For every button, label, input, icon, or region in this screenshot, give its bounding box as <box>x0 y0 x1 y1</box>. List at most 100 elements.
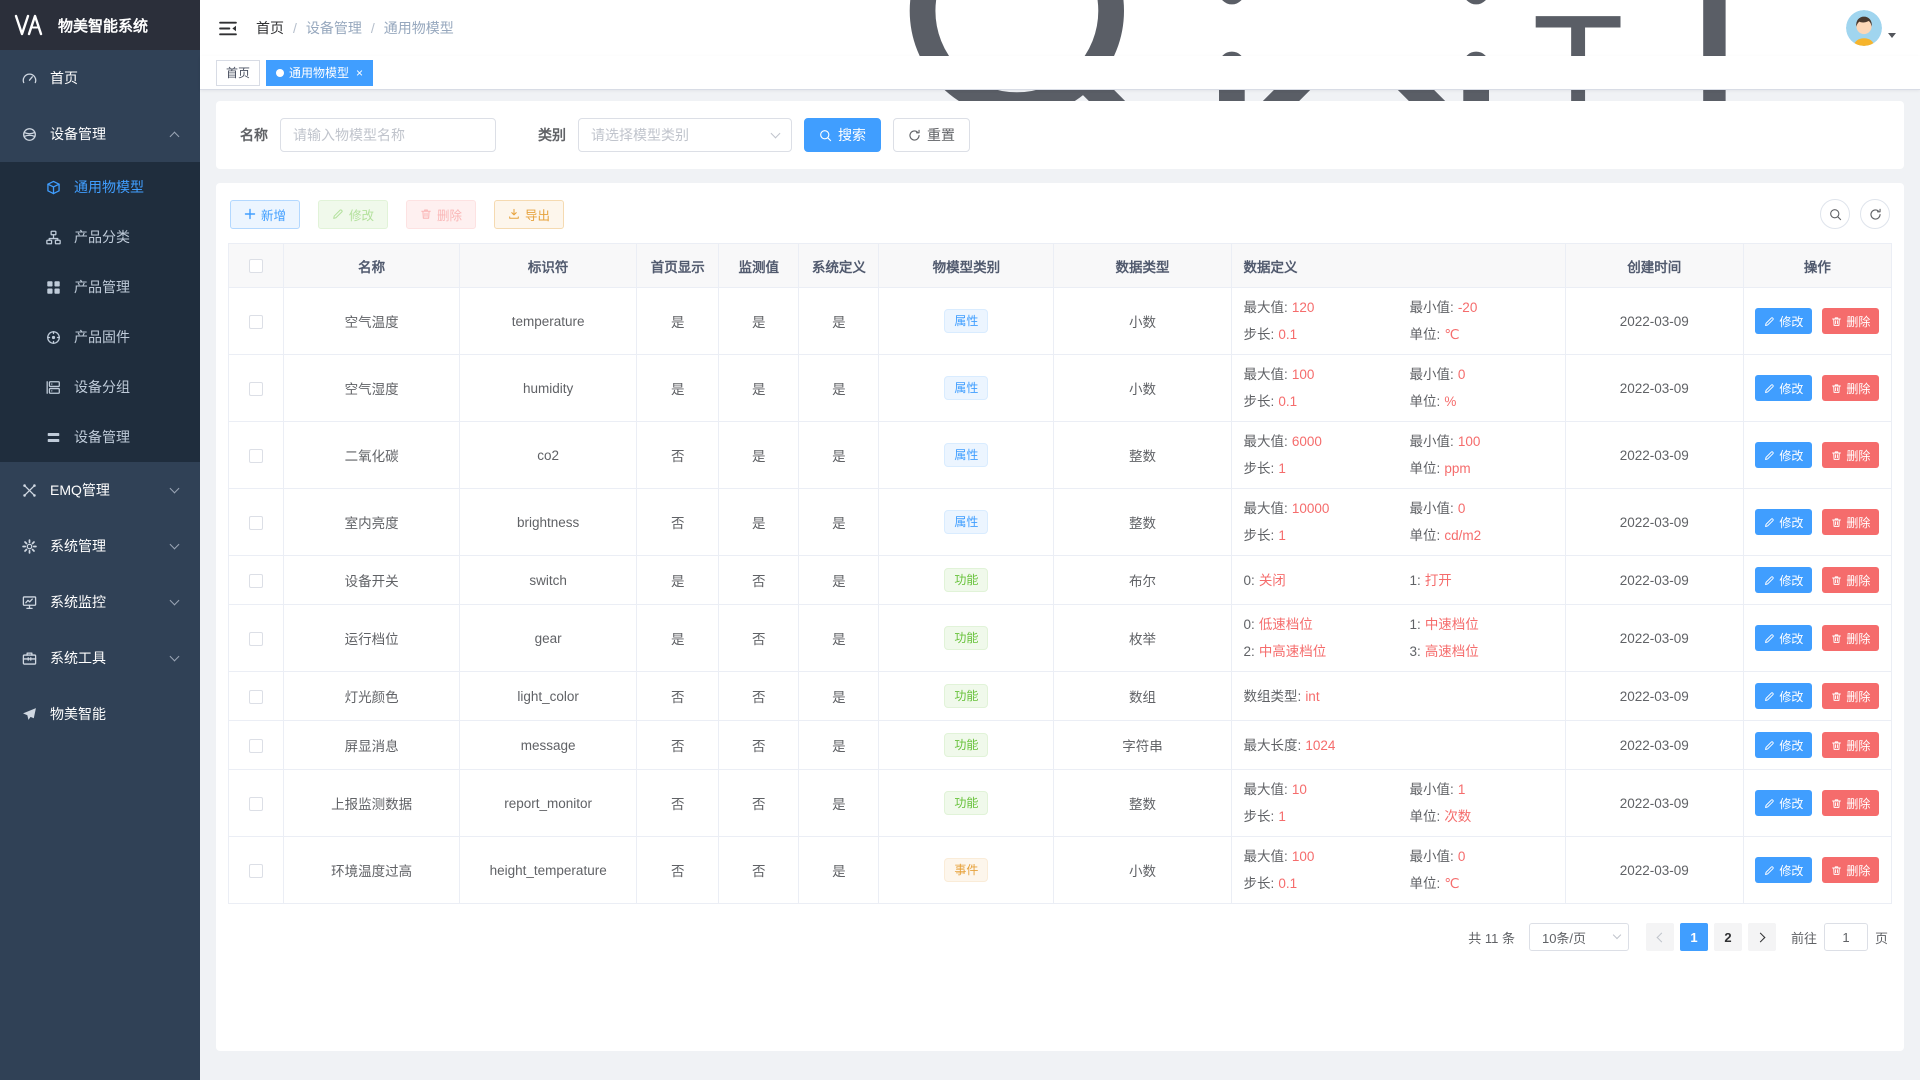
row-edit-button[interactable]: 修改 <box>1755 375 1812 401</box>
row-edit-button[interactable]: 修改 <box>1755 683 1812 709</box>
row-edit-button[interactable]: 修改 <box>1755 790 1812 816</box>
category-tag: 属性 <box>944 309 988 333</box>
reset-button[interactable]: 重置 <box>893 118 970 152</box>
name-filter-input[interactable] <box>280 118 496 152</box>
row-delete-button[interactable]: 删除 <box>1822 509 1879 535</box>
category-filter-select[interactable]: 请选择模型类别 <box>578 118 792 152</box>
cell-system-defined: 是 <box>799 672 879 721</box>
export-button[interactable]: 导出 <box>494 200 564 229</box>
page-size-select[interactable]: 10条/页 <box>1529 923 1629 951</box>
table-card: 新增修改删除导出 名称标识符首页显示监测值系统定义物模型类别数据类型数据定义创建… <box>216 183 1904 1051</box>
pencil-icon <box>1764 740 1775 751</box>
row-checkbox[interactable] <box>249 797 263 811</box>
row-delete-button[interactable]: 删除 <box>1822 790 1879 816</box>
page-button-1[interactable]: 1 <box>1680 923 1708 951</box>
row-edit-button[interactable]: 修改 <box>1755 442 1812 468</box>
tab-home[interactable]: 首页 <box>216 60 260 86</box>
sidebar-item-emq[interactable]: EMQ管理 <box>0 462 200 518</box>
sidebar-item-product-category[interactable]: 产品分类 <box>0 212 200 262</box>
row-edit-button[interactable]: 修改 <box>1755 732 1812 758</box>
cell-monitor: 是 <box>719 355 799 422</box>
row-delete-button[interactable]: 删除 <box>1822 375 1879 401</box>
data-def-item: 2:中高速档位 <box>1244 638 1404 665</box>
row-delete-button[interactable]: 删除 <box>1822 732 1879 758</box>
row-checkbox[interactable] <box>249 516 263 530</box>
remove-button[interactable]: 删除 <box>406 200 476 229</box>
show-search-button[interactable] <box>1820 199 1850 229</box>
row-checkbox[interactable] <box>249 632 263 646</box>
row-edit-button[interactable]: 修改 <box>1755 509 1812 535</box>
cell-data-definition: 数组类型:int <box>1231 672 1565 721</box>
select-all-checkbox[interactable] <box>249 259 263 273</box>
row-checkbox[interactable] <box>249 739 263 753</box>
row-checkbox[interactable] <box>249 449 263 463</box>
tab-thing-model[interactable]: 通用物模型 × <box>266 60 373 86</box>
sidebar-item-wumei-smart[interactable]: 物美智能 <box>0 686 200 742</box>
cell-data-definition: 最大长度:1024 <box>1231 721 1565 770</box>
row-checkbox[interactable] <box>249 690 263 704</box>
row-delete-button[interactable]: 删除 <box>1822 308 1879 334</box>
row-checkbox[interactable] <box>249 382 263 396</box>
sidebar-item-system-tools[interactable]: 系统工具 <box>0 630 200 686</box>
cube-icon <box>46 180 61 195</box>
row-delete-button[interactable]: 删除 <box>1822 625 1879 651</box>
sidebar-item-home[interactable]: 首页 <box>0 50 200 106</box>
sidebar-toggle-icon[interactable] <box>218 20 238 37</box>
cell-system-defined: 是 <box>799 721 879 770</box>
sidebar-item-device-group[interactable]: 设备分组 <box>0 362 200 412</box>
trash-icon <box>1831 740 1842 751</box>
row-edit-button[interactable]: 修改 <box>1755 625 1812 651</box>
app-title: 物美智能系统 <box>58 15 148 36</box>
cell-system-defined: 是 <box>799 770 879 837</box>
cell-created-time: 2022-03-09 <box>1565 672 1743 721</box>
row-delete-button[interactable]: 删除 <box>1822 857 1879 883</box>
row-select-cell <box>229 721 284 770</box>
sidebar-item-device-manage[interactable]: 设备管理 <box>0 106 200 162</box>
trash-icon <box>1831 316 1842 327</box>
row-checkbox[interactable] <box>249 315 263 329</box>
active-dot-icon <box>276 69 284 77</box>
row-delete-button[interactable]: 删除 <box>1822 567 1879 593</box>
cell-name: 运行档位 <box>284 605 460 672</box>
goto-page-input[interactable] <box>1824 923 1868 951</box>
sidebar-item-system-manage[interactable]: 系统管理 <box>0 518 200 574</box>
row-edit-button[interactable]: 修改 <box>1755 308 1812 334</box>
data-def-item: 最大值:6000 <box>1244 428 1404 455</box>
prev-page-button[interactable] <box>1646 923 1674 951</box>
cell-monitor: 否 <box>719 721 799 770</box>
edit-button[interactable]: 修改 <box>318 200 388 229</box>
add-button[interactable]: 新增 <box>230 200 300 229</box>
row-delete-button[interactable]: 删除 <box>1822 442 1879 468</box>
next-page-button[interactable] <box>1748 923 1776 951</box>
toolbox-icon <box>22 651 37 666</box>
tab-close-icon[interactable]: × <box>356 67 363 79</box>
category-tag: 属性 <box>944 376 988 400</box>
row-select-cell <box>229 837 284 904</box>
page-button-2[interactable]: 2 <box>1714 923 1742 951</box>
refresh-table-button[interactable] <box>1860 199 1890 229</box>
cell-data-definition: 最大值:6000最小值:100步长:1单位:ppm <box>1231 422 1565 489</box>
breadcrumb-device-manage[interactable]: 设备管理 <box>306 18 362 38</box>
sidebar-item-thing-model[interactable]: 通用物模型 <box>0 162 200 212</box>
sidebar-item-product-firmware[interactable]: 产品固件 <box>0 312 200 362</box>
row-select-cell <box>229 672 284 721</box>
gear-icon <box>22 539 37 554</box>
sidebar-item-system-monitor[interactable]: 系统监控 <box>0 574 200 630</box>
cell-actions: 修改删除 <box>1743 556 1891 605</box>
cell-home-display: 是 <box>637 288 719 355</box>
cell-name: 设备开关 <box>284 556 460 605</box>
breadcrumb-current: 通用物模型 <box>384 18 454 38</box>
row-checkbox[interactable] <box>249 574 263 588</box>
user-menu[interactable] <box>1846 10 1896 46</box>
breadcrumb-home[interactable]: 首页 <box>256 18 284 38</box>
row-edit-button[interactable]: 修改 <box>1755 567 1812 593</box>
search-button[interactable]: 搜索 <box>804 118 881 152</box>
sidebar-item-product-manage[interactable]: 产品管理 <box>0 262 200 312</box>
app-logo[interactable]: 物美智能系统 <box>0 0 200 50</box>
sidebar-item-device-admin[interactable]: 设备管理 <box>0 412 200 462</box>
cell-system-defined: 是 <box>799 422 879 489</box>
row-delete-button[interactable]: 删除 <box>1822 683 1879 709</box>
row-checkbox[interactable] <box>249 864 263 878</box>
cell-system-defined: 是 <box>799 556 879 605</box>
row-edit-button[interactable]: 修改 <box>1755 857 1812 883</box>
